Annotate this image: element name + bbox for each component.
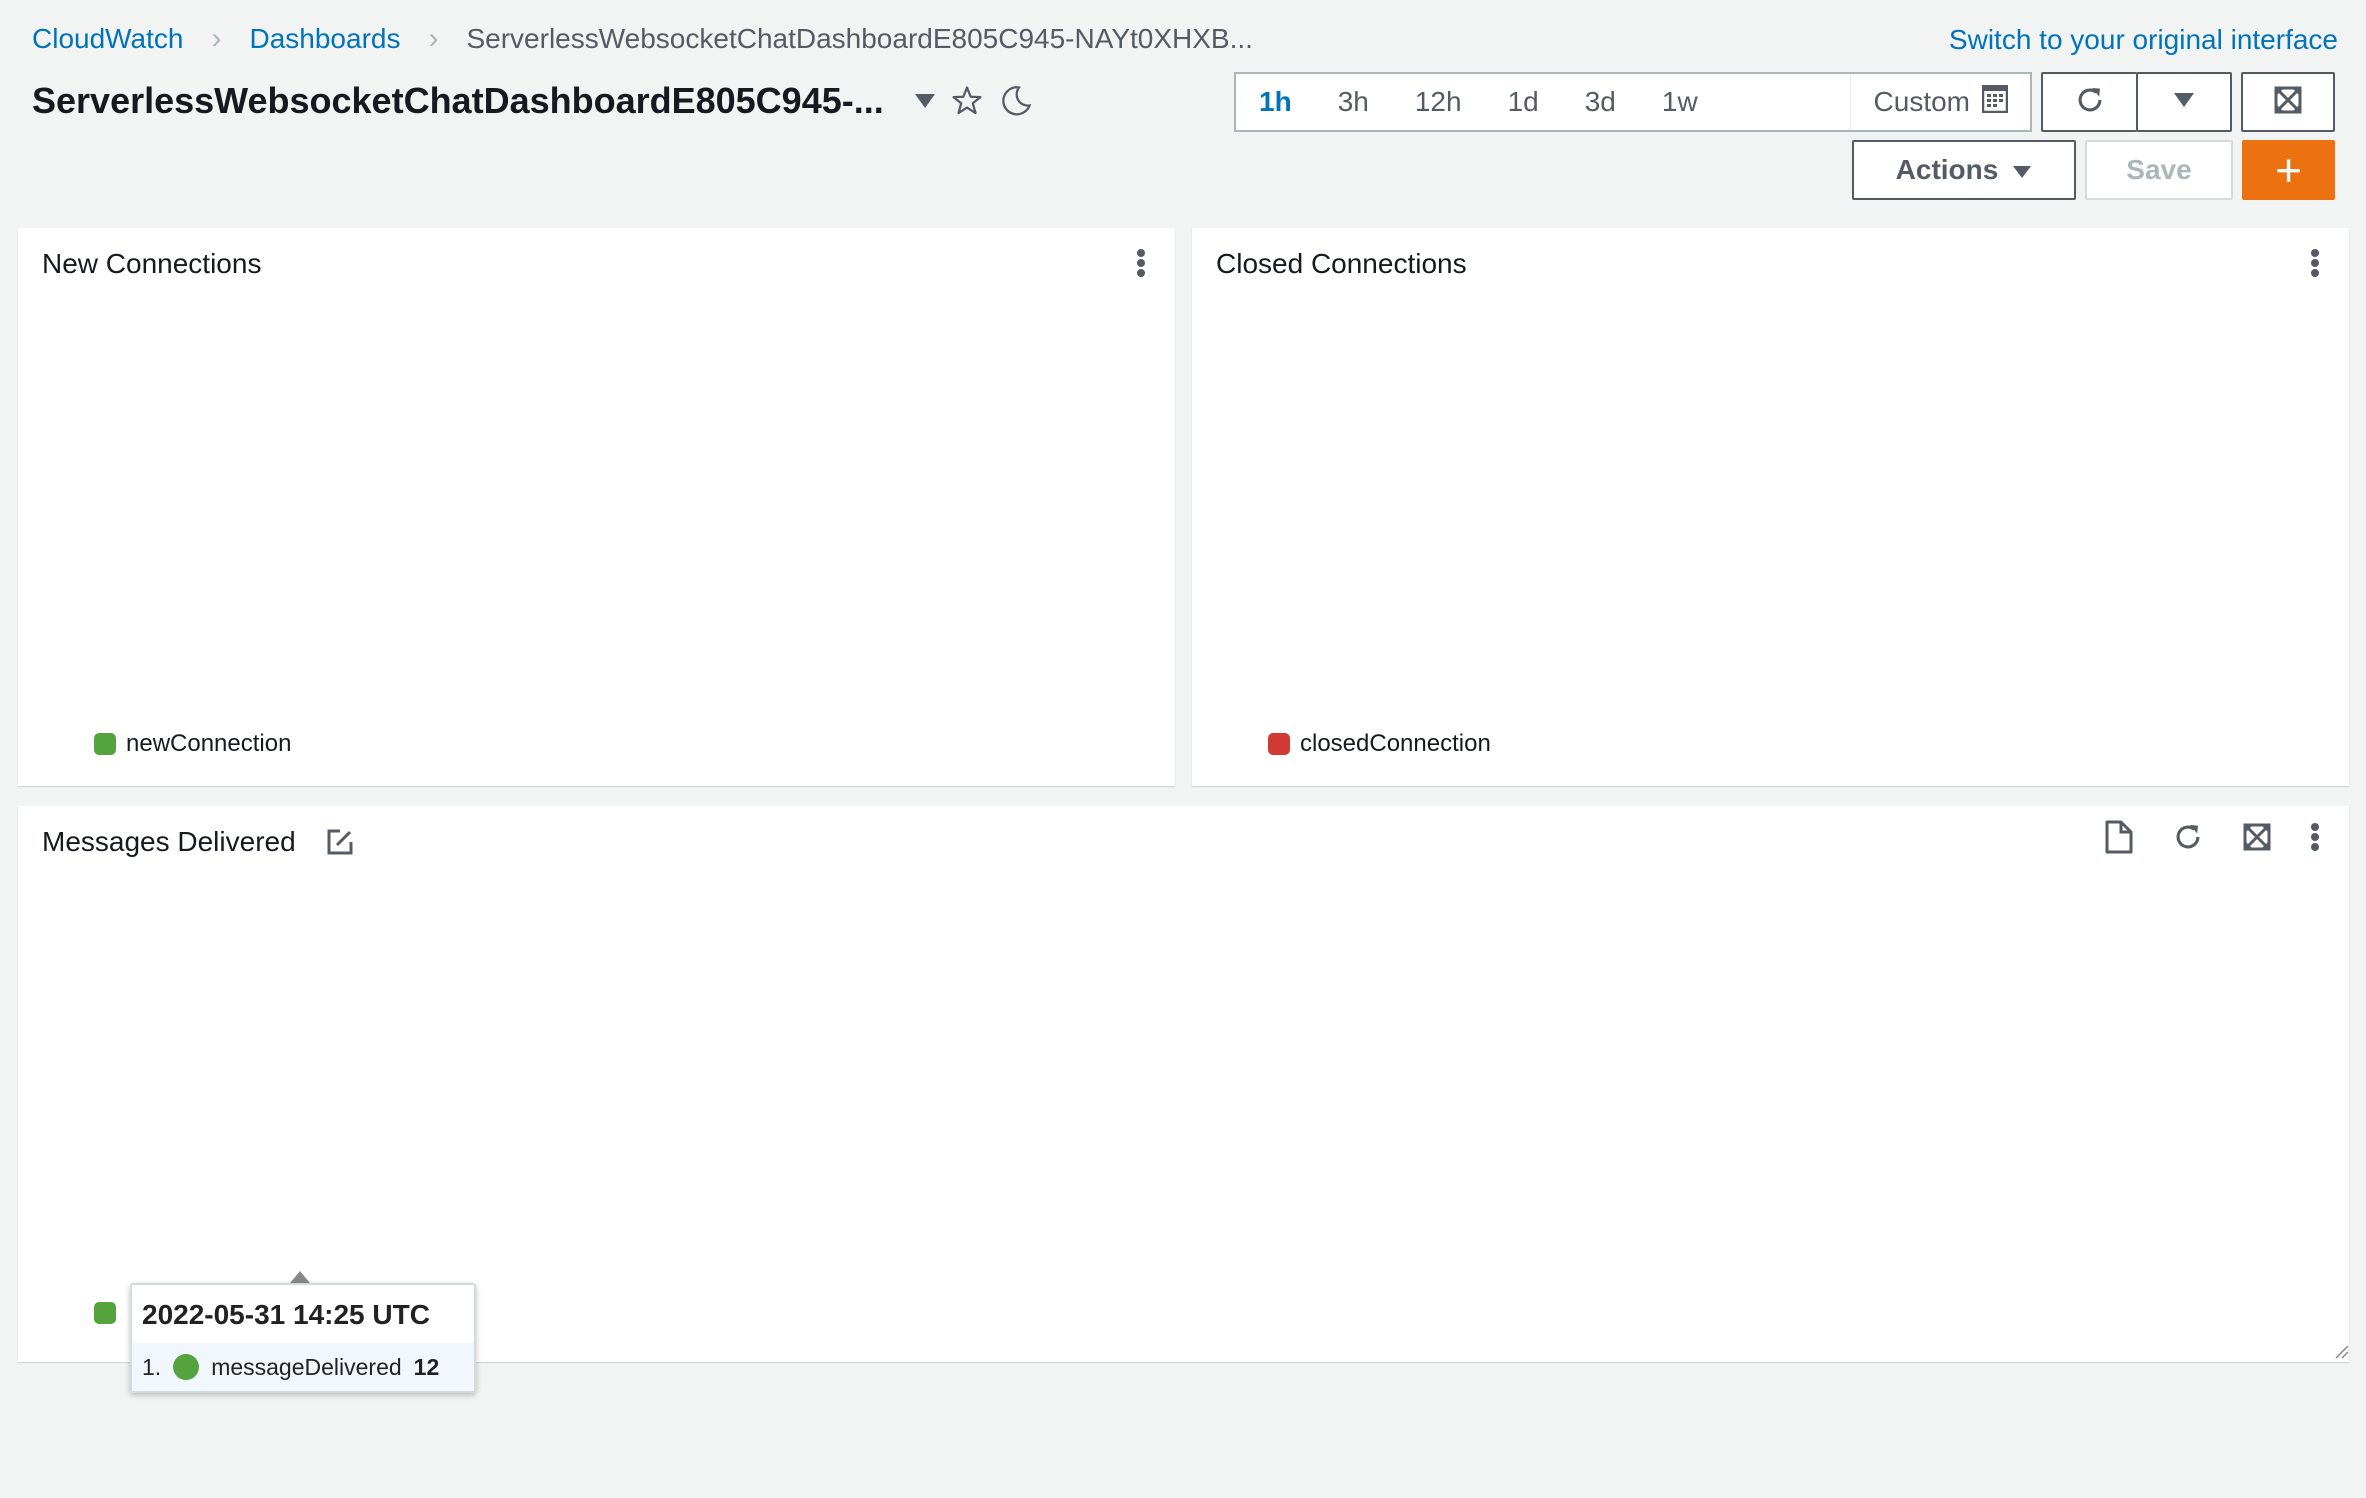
caret-down-icon — [2173, 92, 2195, 113]
tooltip-row-series: messageDelivered — [211, 1353, 402, 1380]
breadcrumb: CloudWatch › Dashboards › ServerlessWebs… — [32, 22, 1253, 56]
tooltip-row: 1. messageDelivered 12 — [132, 1343, 474, 1391]
legend-label: closedConnection — [1300, 730, 1491, 757]
time-range-3h[interactable]: 3h — [1315, 74, 1392, 130]
fullscreen-icon — [2274, 86, 2302, 119]
series-dot — [173, 1354, 200, 1380]
caret-down-icon — [2012, 154, 2032, 186]
refresh-button[interactable] — [2041, 72, 2137, 132]
switch-interface-link[interactable]: Switch to your original interface — [1949, 24, 2338, 56]
calendar-icon — [1981, 84, 2009, 120]
legend-item[interactable] — [94, 1302, 116, 1324]
refresh-icon — [2073, 83, 2107, 122]
legend-item[interactable]: newConnection — [94, 730, 291, 758]
chevron-right-icon: › — [428, 22, 439, 55]
legend-swatch — [94, 733, 116, 755]
moon-icon[interactable] — [998, 83, 1034, 119]
actions-label: Actions — [1895, 154, 1999, 185]
widget-new-connections: New Connections newConnection — [18, 228, 1175, 786]
page-title: ServerlessWebsocketChatDashboardE805C945… — [32, 80, 884, 121]
widget-messages-delivered: Messages Delivered — [18, 806, 2349, 1362]
widget-closed-connections: Closed Connections closedConnection — [1192, 228, 2349, 786]
breadcrumb-cloudwatch[interactable]: CloudWatch — [32, 23, 183, 55]
tooltip-arrow — [290, 1271, 310, 1283]
fullscreen-button[interactable] — [2241, 72, 2335, 132]
time-range-selector: 1h 3h 12h 1d 3d 1w Custom — [1234, 72, 2032, 132]
caret-down-icon[interactable] — [914, 93, 936, 109]
star-icon[interactable] — [950, 84, 984, 118]
add-widget-button[interactable]: + — [2242, 140, 2335, 200]
closed-connections-chart — [1192, 228, 2349, 786]
time-range-12h[interactable]: 12h — [1392, 74, 1485, 130]
messages-delivered-chart — [18, 806, 2349, 1362]
new-connections-chart — [18, 228, 1175, 786]
resize-handle-icon[interactable] — [2330, 1340, 2350, 1365]
breadcrumb-dashboards[interactable]: Dashboards — [249, 23, 400, 55]
save-button[interactable]: Save — [2085, 140, 2233, 200]
actions-button[interactable]: Actions — [1852, 140, 2076, 200]
time-range-1d[interactable]: 1d — [1485, 74, 1562, 130]
legend-swatch — [94, 1302, 116, 1324]
chevron-right-icon: › — [211, 22, 222, 55]
tooltip-row-value: 12 — [413, 1353, 440, 1380]
custom-label: Custom — [1873, 86, 1970, 117]
legend-item[interactable]: closedConnection — [1268, 730, 1491, 758]
legend-label: newConnection — [126, 730, 292, 757]
time-range-custom[interactable]: Custom — [1849, 74, 2030, 130]
page-title-container: ServerlessWebsocketChatDashboardE805C945… — [32, 80, 1034, 122]
refresh-options-button[interactable] — [2136, 72, 2232, 132]
breadcrumb-current-dashboard: ServerlessWebsocketChatDashboardE805C945… — [466, 23, 1253, 54]
time-range-1h[interactable]: 1h — [1236, 74, 1315, 130]
tooltip-title: 2022-05-31 14:25 UTC — [142, 1299, 430, 1330]
time-range-1w[interactable]: 1w — [1639, 74, 1721, 130]
time-range-3d[interactable]: 3d — [1562, 74, 1639, 130]
tooltip-row-index: 1. — [142, 1353, 162, 1380]
legend-swatch — [1268, 733, 1290, 755]
chart-tooltip: 2022-05-31 14:25 UTC 1. messageDelivered… — [130, 1283, 476, 1393]
